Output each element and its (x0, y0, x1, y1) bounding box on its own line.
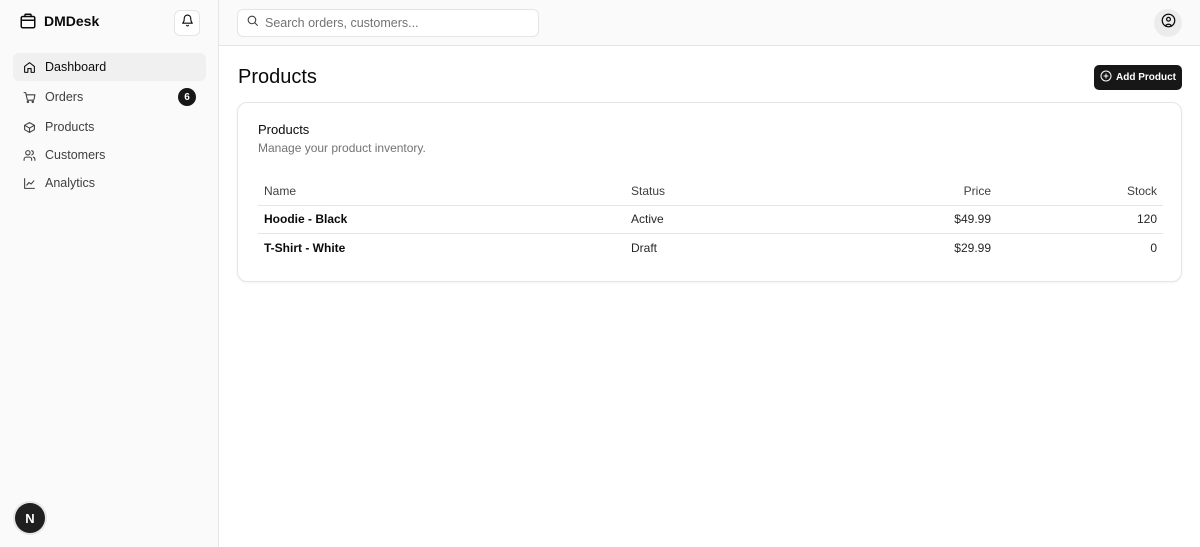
sidebar-item-label: Analytics (45, 176, 96, 190)
line-chart-icon (22, 176, 36, 190)
add-product-button[interactable]: Add Product (1094, 65, 1182, 90)
sidebar-item-label: Products (45, 120, 95, 134)
sidebar-item-label: Dashboard (45, 60, 107, 74)
package-icon (22, 120, 36, 134)
column-header-stock[interactable]: Stock (997, 178, 1163, 206)
sidebar: DMDesk Dashboard Orders 6 Products Custo… (0, 0, 219, 547)
table-row[interactable]: T-Shirt - White Draft $29.99 0 (258, 233, 1163, 262)
add-product-label: Add Product (1116, 72, 1176, 83)
column-header-price[interactable]: Price (865, 178, 997, 206)
account-button[interactable] (1154, 9, 1182, 37)
plus-circle-icon (1100, 70, 1112, 85)
table-header-row: Name Status Price Stock (258, 178, 1163, 206)
sidebar-item-analytics[interactable]: Analytics (13, 169, 206, 197)
users-icon (22, 148, 36, 162)
table-row[interactable]: Hoodie - Black Active $49.99 120 (258, 205, 1163, 234)
top-header (219, 0, 1200, 46)
sidebar-item-label: Customers (45, 148, 106, 162)
product-name: T-Shirt - White (258, 233, 625, 262)
sidebar-item-customers[interactable]: Customers (13, 141, 206, 169)
notifications-button[interactable] (174, 10, 200, 36)
product-price: $49.99 (954, 212, 991, 227)
sidebar-item-products[interactable]: Products (13, 113, 206, 141)
column-header-status[interactable]: Status (625, 178, 865, 206)
sidebar-item-orders[interactable]: Orders 6 (13, 83, 206, 111)
search-box[interactable] (237, 9, 539, 37)
product-stock: 0 (997, 233, 1163, 262)
user-avatar[interactable]: N (15, 503, 45, 533)
app-name: DMDesk (44, 13, 100, 29)
orders-count-badge: 6 (178, 88, 196, 106)
product-status: Active (631, 212, 664, 227)
sidebar-nav: Dashboard Orders 6 Products Customers An… (13, 53, 206, 197)
card-title: Products (258, 122, 310, 137)
card-description: Manage your product inventory. (258, 141, 426, 155)
column-header-name[interactable]: Name (258, 178, 625, 206)
products-table: Name Status Price Stock Hoodie - Black A… (258, 178, 1163, 262)
brand-row: DMDesk (0, 0, 218, 46)
product-status: Draft (625, 233, 865, 262)
page-title: Products (238, 66, 317, 88)
brand-logo[interactable]: DMDesk (19, 12, 99, 30)
bell-icon (181, 14, 194, 32)
store-icon (19, 12, 37, 30)
sidebar-item-label: Orders (45, 90, 84, 104)
search-input[interactable] (265, 16, 525, 30)
product-stock: 120 (1136, 212, 1157, 227)
product-name: Hoodie - Black (264, 212, 348, 227)
search-icon (246, 14, 259, 32)
user-circle-icon (1161, 13, 1176, 33)
sidebar-item-dashboard[interactable]: Dashboard (13, 53, 206, 81)
product-price: $29.99 (865, 233, 997, 262)
cart-icon (22, 90, 36, 104)
home-icon (22, 60, 36, 74)
products-card: Products Manage your product inventory. … (237, 102, 1182, 282)
